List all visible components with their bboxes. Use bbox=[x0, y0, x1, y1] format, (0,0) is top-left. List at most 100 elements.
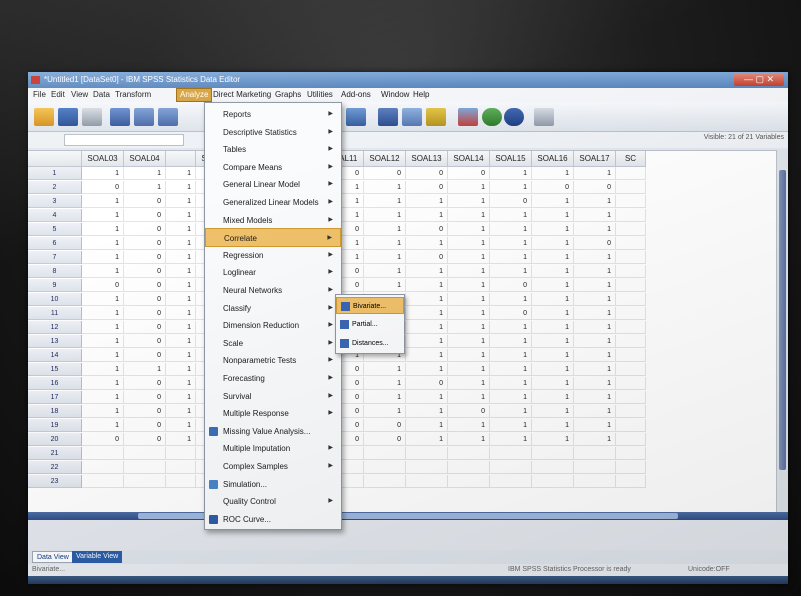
data-cell[interactable]: 0 bbox=[124, 405, 166, 418]
analyze-menu-item[interactable]: ROC Curve... bbox=[205, 510, 341, 529]
data-cell[interactable] bbox=[616, 209, 646, 222]
data-cell[interactable]: 1 bbox=[166, 223, 196, 236]
data-cell[interactable]: 1 bbox=[82, 167, 124, 180]
row-number[interactable]: 14 bbox=[28, 349, 82, 362]
dialog-recall-icon[interactable] bbox=[110, 108, 130, 126]
data-cell[interactable] bbox=[364, 461, 406, 474]
data-cell[interactable] bbox=[616, 293, 646, 306]
data-cell[interactable]: 1 bbox=[82, 349, 124, 362]
analyze-menu-item[interactable]: Simulation... bbox=[205, 475, 341, 494]
data-cell[interactable] bbox=[616, 405, 646, 418]
data-cell[interactable]: 1 bbox=[490, 335, 532, 348]
data-cell[interactable]: 1 bbox=[364, 195, 406, 208]
data-cell[interactable]: 1 bbox=[448, 391, 490, 404]
data-cell[interactable]: 1 bbox=[166, 419, 196, 432]
row-number[interactable]: 9 bbox=[28, 279, 82, 292]
save-icon[interactable] bbox=[58, 108, 78, 126]
data-cell[interactable]: 1 bbox=[448, 335, 490, 348]
data-cell[interactable]: 0 bbox=[448, 405, 490, 418]
data-cell[interactable] bbox=[490, 447, 532, 460]
data-cell[interactable]: 1 bbox=[406, 209, 448, 222]
data-cell[interactable] bbox=[82, 475, 124, 488]
data-cell[interactable]: 1 bbox=[574, 279, 616, 292]
row-number[interactable]: 18 bbox=[28, 405, 82, 418]
data-cell[interactable]: 1 bbox=[532, 265, 574, 278]
data-cell[interactable] bbox=[616, 279, 646, 292]
data-cell[interactable] bbox=[616, 377, 646, 390]
menu-graphs[interactable]: Graphs bbox=[272, 88, 304, 102]
data-cell[interactable]: 1 bbox=[406, 321, 448, 334]
menu-edit[interactable]: Edit bbox=[48, 88, 68, 102]
data-cell[interactable]: 1 bbox=[448, 307, 490, 320]
data-cell[interactable]: 1 bbox=[532, 433, 574, 446]
data-cell[interactable]: 1 bbox=[406, 419, 448, 432]
data-cell[interactable] bbox=[364, 447, 406, 460]
data-cell[interactable]: 1 bbox=[532, 195, 574, 208]
data-cell[interactable]: 1 bbox=[364, 237, 406, 250]
data-cell[interactable]: 1 bbox=[532, 237, 574, 250]
correlate-submenu-item[interactable]: Partial... bbox=[336, 316, 404, 333]
data-cell[interactable]: 1 bbox=[448, 419, 490, 432]
data-cell[interactable] bbox=[574, 461, 616, 474]
data-cell[interactable]: 0 bbox=[82, 433, 124, 446]
data-cell[interactable]: 0 bbox=[124, 433, 166, 446]
data-cell[interactable]: 1 bbox=[448, 321, 490, 334]
find-icon[interactable] bbox=[378, 108, 398, 126]
data-cell[interactable]: 1 bbox=[364, 391, 406, 404]
data-cell[interactable] bbox=[82, 447, 124, 460]
column-header[interactable]: SOAL16 bbox=[532, 151, 574, 167]
undo-icon[interactable] bbox=[134, 108, 154, 126]
data-cell[interactable]: 1 bbox=[406, 293, 448, 306]
value-labels-icon[interactable] bbox=[504, 108, 524, 126]
data-cell[interactable] bbox=[532, 475, 574, 488]
tab-variable-view[interactable]: Variable View bbox=[72, 551, 123, 563]
weight-cases-icon[interactable] bbox=[458, 108, 478, 126]
data-cell[interactable]: 1 bbox=[82, 363, 124, 376]
data-cell[interactable]: 1 bbox=[448, 237, 490, 250]
row-number[interactable]: 7 bbox=[28, 251, 82, 264]
column-header[interactable]: SOAL15 bbox=[490, 151, 532, 167]
column-header[interactable]: SOAL13 bbox=[406, 151, 448, 167]
data-cell[interactable]: 1 bbox=[490, 363, 532, 376]
analyze-menu-item[interactable]: Scale ▶ bbox=[205, 334, 341, 353]
data-cell[interactable] bbox=[616, 307, 646, 320]
data-cell[interactable]: 1 bbox=[82, 321, 124, 334]
data-cell[interactable]: 0 bbox=[574, 181, 616, 194]
data-cell[interactable]: 1 bbox=[490, 349, 532, 362]
analyze-menu-item[interactable]: Loglinear ▶ bbox=[205, 263, 341, 282]
data-cell[interactable]: 0 bbox=[406, 223, 448, 236]
data-cell[interactable]: 0 bbox=[124, 293, 166, 306]
data-cell[interactable] bbox=[616, 237, 646, 250]
data-cell[interactable]: 0 bbox=[124, 195, 166, 208]
analyze-menu-item[interactable]: Regression ▶ bbox=[205, 246, 341, 265]
data-cell[interactable]: 1 bbox=[448, 293, 490, 306]
analyze-menu-item[interactable]: Multiple Response ▶ bbox=[205, 404, 341, 423]
data-cell[interactable]: 1 bbox=[574, 293, 616, 306]
data-cell[interactable] bbox=[616, 461, 646, 474]
data-cell[interactable]: 1 bbox=[574, 251, 616, 264]
data-cell[interactable]: 1 bbox=[364, 363, 406, 376]
analyze-menu-item[interactable]: Compare Means ▶ bbox=[205, 158, 341, 177]
data-cell[interactable] bbox=[166, 461, 196, 474]
analyze-menu-item[interactable]: Descriptive Statistics ▶ bbox=[205, 123, 341, 142]
data-cell[interactable]: 1 bbox=[166, 237, 196, 250]
data-cell[interactable]: 1 bbox=[532, 377, 574, 390]
data-cell[interactable]: 1 bbox=[574, 363, 616, 376]
data-cell[interactable]: 1 bbox=[448, 251, 490, 264]
data-cell[interactable] bbox=[616, 349, 646, 362]
row-number[interactable]: 8 bbox=[28, 265, 82, 278]
analyze-menu-item[interactable]: Complex Samples ▶ bbox=[205, 457, 341, 476]
data-cell[interactable]: 1 bbox=[574, 195, 616, 208]
row-number[interactable]: 15 bbox=[28, 363, 82, 376]
data-cell[interactable]: 1 bbox=[406, 335, 448, 348]
data-cell[interactable]: 1 bbox=[532, 223, 574, 236]
data-cell[interactable] bbox=[616, 265, 646, 278]
data-cell[interactable]: 1 bbox=[574, 321, 616, 334]
data-cell[interactable] bbox=[616, 419, 646, 432]
data-cell[interactable]: 1 bbox=[448, 377, 490, 390]
data-cell[interactable]: 1 bbox=[166, 251, 196, 264]
analyze-menu-item[interactable]: General Linear Model ▶ bbox=[205, 175, 341, 194]
data-cell[interactable]: 1 bbox=[406, 307, 448, 320]
row-number[interactable]: 20 bbox=[28, 433, 82, 446]
column-header[interactable]: SOAL14 bbox=[448, 151, 490, 167]
